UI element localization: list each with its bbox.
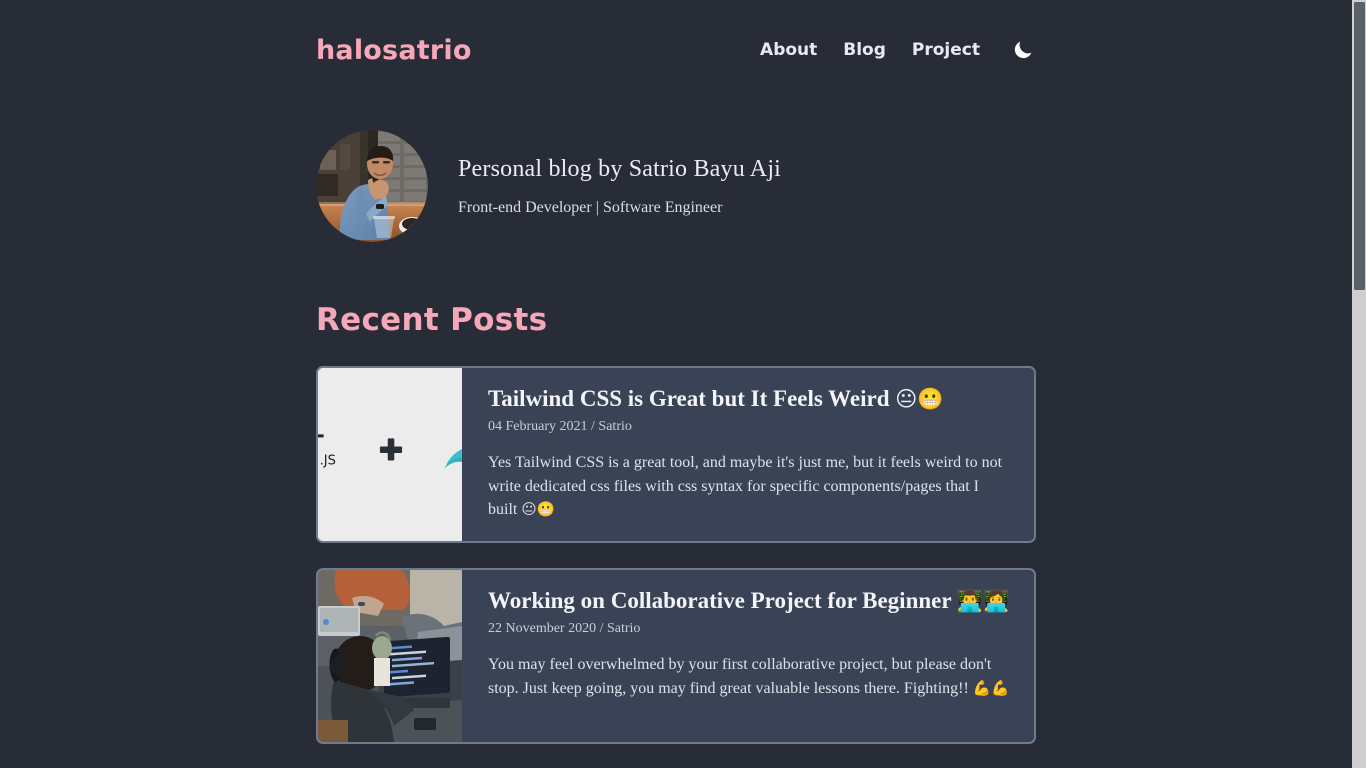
content-column: halosatrio About Blog Project Personal b… bbox=[316, 26, 1036, 768]
post-excerpt-emoji: 😐😬 bbox=[521, 500, 556, 518]
moon-icon bbox=[1011, 38, 1035, 62]
post-thumbnail: .JS bbox=[318, 368, 462, 541]
post-thumbnail bbox=[318, 570, 462, 742]
avatar bbox=[316, 130, 428, 242]
bio-text: Personal blog by Satrio Bayu Aji Front-e… bbox=[458, 156, 781, 217]
bio-title: Personal blog by Satrio Bayu Aji bbox=[458, 155, 782, 182]
site-logo[interactable]: halosatrio bbox=[316, 35, 472, 66]
post-title: Tailwind CSS is Great but It Feels Weird… bbox=[488, 386, 1012, 412]
main-navigation: About Blog Project bbox=[760, 37, 1036, 63]
post-title: Working on Collaborative Project for Beg… bbox=[488, 588, 1012, 614]
recent-posts-list: .JS Tailwind CSS is Great but It Feels W… bbox=[316, 366, 1036, 768]
post-body: Tailwind CSS is Great but It Feels Weird… bbox=[462, 368, 1034, 541]
post-title-text: Working on Collaborative Project for Beg… bbox=[488, 588, 957, 613]
post-title-emoji: 👨‍💻👩‍💻 bbox=[956, 588, 1010, 613]
vertical-scrollbar[interactable] bbox=[1352, 0, 1366, 768]
post-excerpt-text: You may feel overwhelmed by your first c… bbox=[488, 656, 992, 697]
post-meta: 22 November 2020 / Satrio bbox=[488, 621, 641, 637]
page-title: Recent Posts bbox=[316, 302, 548, 338]
svg-text:.JS: .JS bbox=[320, 454, 336, 469]
bio-section: Personal blog by Satrio Bayu Aji Front-e… bbox=[316, 130, 1036, 242]
bio-subtitle: Front-end Developer | Software Engineer bbox=[458, 198, 723, 216]
post-excerpt: Yes Tailwind CSS is a great tool, and ma… bbox=[488, 451, 1012, 521]
page-viewport: halosatrio About Blog Project Personal b… bbox=[0, 0, 1352, 768]
page-container: halosatrio About Blog Project Personal b… bbox=[0, 0, 1352, 768]
site-header: halosatrio About Blog Project bbox=[316, 26, 1036, 74]
nav-item-blog[interactable]: Blog bbox=[843, 40, 886, 60]
theme-toggle-button[interactable] bbox=[1010, 37, 1036, 63]
post-card[interactable]: .JS Tailwind CSS is Great but It Feels W… bbox=[316, 366, 1036, 543]
post-excerpt: You may feel overwhelmed by your first c… bbox=[488, 653, 1012, 699]
nav-item-project[interactable]: Project bbox=[912, 40, 980, 60]
post-excerpt-emoji: 💪💪 bbox=[972, 679, 1010, 697]
scrollbar-thumb[interactable] bbox=[1354, 2, 1365, 290]
post-body: Working on Collaborative Project for Beg… bbox=[462, 570, 1034, 742]
nav-item-about[interactable]: About bbox=[760, 40, 817, 60]
post-card[interactable]: Working on Collaborative Project for Beg… bbox=[316, 568, 1036, 744]
post-excerpt-text: Yes Tailwind CSS is a great tool, and ma… bbox=[488, 454, 1003, 518]
post-meta: 04 February 2021 / Satrio bbox=[488, 419, 632, 435]
post-title-text: Tailwind CSS is Great but It Feels Weird bbox=[488, 386, 896, 411]
post-title-emoji: 😐😬 bbox=[895, 386, 944, 411]
